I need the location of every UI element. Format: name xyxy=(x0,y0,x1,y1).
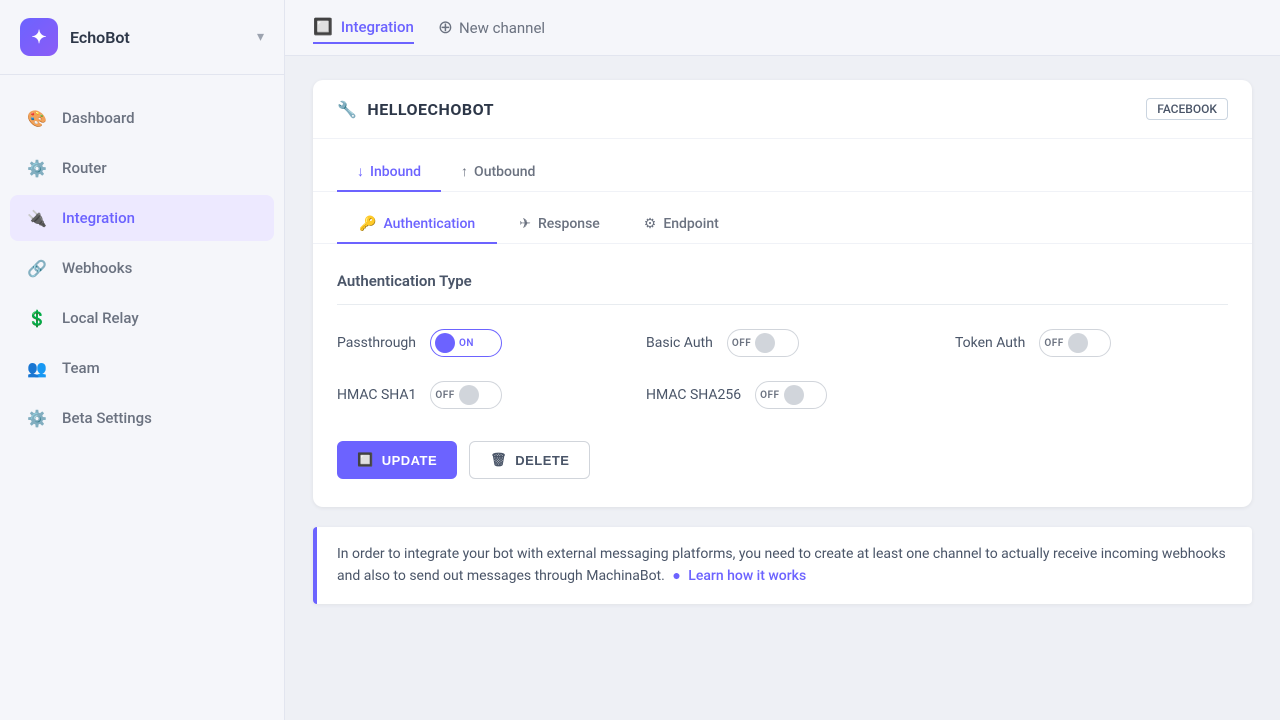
toggle-dot xyxy=(755,333,775,353)
channel-title: 🔧 HELLOECHOBOT xyxy=(337,100,494,119)
sidebar-item-dashboard-label: Dashboard xyxy=(62,109,135,127)
tab-authentication[interactable]: 🔑 Authentication xyxy=(337,206,497,244)
new-channel-button[interactable]: ⊕ New channel xyxy=(438,17,545,38)
router-icon: ⚙️ xyxy=(26,157,48,179)
sidebar-item-dashboard[interactable]: 🎨 Dashboard xyxy=(10,95,274,141)
tab-endpoint[interactable]: ⚙ Endpoint xyxy=(622,206,741,244)
basic-auth-label: Basic Auth xyxy=(646,335,713,351)
delete-label: DELETE xyxy=(515,453,569,468)
outbound-arrow-icon: ↑ xyxy=(461,163,468,180)
auth-content: Authentication Type Passthrough ON Basic… xyxy=(313,244,1252,507)
auth-section-title: Authentication Type xyxy=(337,272,1228,305)
webhooks-icon: 🔗 xyxy=(26,257,48,279)
direction-tabs: ↓ Inbound ↑ Outbound xyxy=(313,139,1252,192)
delete-button[interactable]: 🗑 DELETE xyxy=(469,441,590,479)
auth-item-passthrough: Passthrough ON xyxy=(337,329,610,357)
circle-arrow-icon: ● xyxy=(672,568,680,584)
sidebar: ✦ EchoBot ▾ 🎨 Dashboard ⚙️ Router 🔌 Inte… xyxy=(0,0,285,720)
update-label: UPDATE xyxy=(382,453,437,468)
auth-item-hmac-sha256: HMAC SHA256 OFF xyxy=(646,381,919,409)
sidebar-nav: 🎨 Dashboard ⚙️ Router 🔌 Integration 🔗 We… xyxy=(0,75,284,461)
tab-authentication-label: Authentication xyxy=(383,216,475,232)
toggle-dot xyxy=(459,385,479,405)
endpoint-icon: ⚙ xyxy=(644,216,657,232)
hmac-sha256-toggle[interactable]: OFF xyxy=(755,381,827,409)
basic-auth-toggle-state: OFF xyxy=(732,338,751,349)
sidebar-item-integration-label: Integration xyxy=(62,209,135,227)
auth-item-basic-auth: Basic Auth OFF xyxy=(646,329,919,357)
tab-endpoint-label: Endpoint xyxy=(663,216,718,232)
app-logo: ✦ xyxy=(20,18,58,56)
sidebar-header: ✦ EchoBot ▾ xyxy=(0,0,284,75)
token-auth-toggle[interactable]: OFF xyxy=(1039,329,1111,357)
auth-grid: Passthrough ON Basic Auth OFF xyxy=(337,329,1228,409)
hmac-sha256-toggle-state: OFF xyxy=(760,390,779,401)
response-icon: ✈ xyxy=(519,216,531,232)
topbar-integration[interactable]: 🔲 Integration xyxy=(313,11,414,44)
beta-settings-icon: ⚙️ xyxy=(26,407,48,429)
learn-how-label: Learn how it works xyxy=(688,568,806,584)
authentication-icon: 🔑 xyxy=(359,216,376,232)
update-button[interactable]: 🔲 UPDATE xyxy=(337,441,457,479)
info-banner: In order to integrate your bot with exte… xyxy=(313,527,1252,604)
tab-inbound[interactable]: ↓ Inbound xyxy=(337,153,441,192)
token-auth-label: Token Auth xyxy=(955,335,1025,351)
passthrough-toggle-state: ON xyxy=(459,338,474,349)
main-area: 🔲 Integration ⊕ New channel 🔧 HELLOECHOB… xyxy=(285,0,1280,720)
inbound-arrow-icon: ↓ xyxy=(357,163,364,180)
sidebar-item-webhooks[interactable]: 🔗 Webhooks xyxy=(10,245,274,291)
tab-response-label: Response xyxy=(538,216,600,232)
channel-card: 🔧 HELLOECHOBOT FACEBOOK ↓ Inbound ↑ Outb… xyxy=(313,80,1252,507)
action-buttons: 🔲 UPDATE 🗑 DELETE xyxy=(337,441,1228,479)
sidebar-item-beta-settings-label: Beta Settings xyxy=(62,409,152,427)
chevron-down-icon[interactable]: ▾ xyxy=(257,29,264,45)
hmac-sha1-toggle-state: OFF xyxy=(435,390,454,401)
channel-badge: FACEBOOK xyxy=(1146,98,1228,120)
sidebar-item-beta-settings[interactable]: ⚙️ Beta Settings xyxy=(10,395,274,441)
toggle-dot xyxy=(435,333,455,353)
passthrough-toggle[interactable]: ON xyxy=(430,329,502,357)
local-relay-icon: 💲 xyxy=(26,307,48,329)
sidebar-item-router-label: Router xyxy=(62,159,107,177)
sidebar-item-integration[interactable]: 🔌 Integration xyxy=(10,195,274,241)
auth-item-token-auth: Token Auth OFF xyxy=(955,329,1228,357)
dashboard-icon: 🎨 xyxy=(26,107,48,129)
channel-name: HELLOECHOBOT xyxy=(367,100,494,119)
topbar: 🔲 Integration ⊕ New channel xyxy=(285,0,1280,56)
tab-inbound-label: Inbound xyxy=(370,164,421,180)
sidebar-item-webhooks-label: Webhooks xyxy=(62,259,132,277)
wrench-icon: 🔧 xyxy=(337,100,357,119)
token-auth-toggle-state: OFF xyxy=(1044,338,1063,349)
passthrough-label: Passthrough xyxy=(337,335,416,351)
content-area: 🔧 HELLOECHOBOT FACEBOOK ↓ Inbound ↑ Outb… xyxy=(285,56,1280,720)
add-channel-icon: ⊕ xyxy=(438,17,453,38)
sidebar-item-team[interactable]: 👥 Team xyxy=(10,345,274,391)
toggle-dot xyxy=(784,385,804,405)
sub-tabs: 🔑 Authentication ✈ Response ⚙ Endpoint xyxy=(313,192,1252,244)
team-icon: 👥 xyxy=(26,357,48,379)
sidebar-item-team-label: Team xyxy=(62,359,100,377)
info-banner-text: In order to integrate your bot with exte… xyxy=(337,543,1232,588)
auth-item-hmac-sha1: HMAC SHA1 OFF xyxy=(337,381,610,409)
integration-icon: 🔌 xyxy=(26,207,48,229)
tab-outbound-label: Outbound xyxy=(474,164,535,180)
new-channel-label: New channel xyxy=(459,19,545,37)
topbar-integration-label: Integration xyxy=(341,18,414,36)
app-name: EchoBot xyxy=(70,28,245,47)
sidebar-item-router[interactable]: ⚙️ Router xyxy=(10,145,274,191)
tab-response[interactable]: ✈ Response xyxy=(497,206,622,244)
basic-auth-toggle[interactable]: OFF xyxy=(727,329,799,357)
tab-outbound[interactable]: ↑ Outbound xyxy=(441,153,555,192)
sidebar-item-local-relay[interactable]: 💲 Local Relay xyxy=(10,295,274,341)
integration-topbar-icon: 🔲 xyxy=(313,17,333,36)
hmac-sha256-label: HMAC SHA256 xyxy=(646,387,741,403)
update-icon: 🔲 xyxy=(357,452,374,468)
hmac-sha1-label: HMAC SHA1 xyxy=(337,387,416,403)
hmac-sha1-toggle[interactable]: OFF xyxy=(430,381,502,409)
channel-header: 🔧 HELLOECHOBOT FACEBOOK xyxy=(313,80,1252,139)
learn-how-link[interactable]: ● Learn how it works xyxy=(672,568,806,584)
toggle-dot xyxy=(1068,333,1088,353)
sidebar-item-local-relay-label: Local Relay xyxy=(62,309,139,327)
delete-icon: 🗑 xyxy=(490,452,507,468)
